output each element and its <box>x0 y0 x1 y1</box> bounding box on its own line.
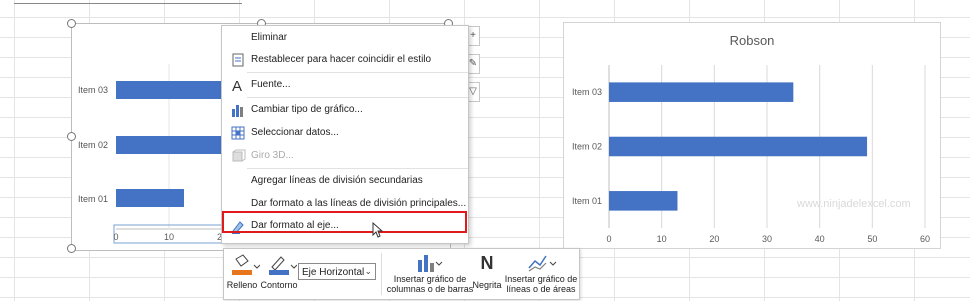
select-data-icon <box>230 125 246 141</box>
menu-item-label: Cambiar tipo de gráfico... <box>251 104 363 115</box>
insert-bar-label: Insertar gráfico de columnas o de barras <box>380 274 480 294</box>
mini-toolbar: Relleno Contorno Eje Horizontal ⌄ Insert… <box>223 248 580 300</box>
svg-text:A: A <box>232 78 242 93</box>
fill-label: Relleno <box>226 280 258 290</box>
menu-item-label: Seleccionar datos... <box>251 127 339 138</box>
x-tick-label: 0 <box>606 234 611 244</box>
category-label: Item 03 <box>572 87 602 97</box>
x-tick-label: 50 <box>867 234 877 244</box>
x-tick-label: 30 <box>762 234 772 244</box>
category-label: Item 02 <box>78 140 108 150</box>
menu-item-label: Restablecer para hacer coincidir el esti… <box>251 54 432 65</box>
menu-item-font[interactable]: A Fuente... <box>222 74 468 96</box>
axis-tick-label: 0 <box>113 232 118 242</box>
menu-item-delete[interactable]: Eliminar <box>222 27 468 49</box>
axis-selector-dropdown[interactable]: Eje Horizontal ⌄ <box>298 263 376 280</box>
fill-button[interactable] <box>230 253 261 279</box>
category-label: Item 02 <box>572 142 602 152</box>
chart-title: Robson <box>730 33 775 48</box>
bar[interactable] <box>609 136 868 157</box>
bold-button[interactable]: N <box>477 252 497 274</box>
font-icon: A <box>230 77 246 95</box>
menu-item-select-data[interactable]: Seleccionar datos... <box>222 122 468 144</box>
insert-bar-chart-button[interactable] <box>415 252 443 274</box>
robson-chart-plot: Robson Item 03 Item 02 Item 01 0 10 20 30 40 50… <box>572 33 930 244</box>
resize-handle[interactable] <box>67 244 76 253</box>
watermark-text: www.ninjadelexcel.com <box>796 198 911 210</box>
pen-icon <box>269 256 298 275</box>
mouse-cursor-icon <box>372 221 384 241</box>
menu-item-label: Dar formato a las líneas de división pri… <box>251 198 467 209</box>
reset-style-icon <box>230 52 246 68</box>
axis-selector-value: Eje Horizontal <box>302 267 365 278</box>
robson-chart[interactable]: Robson Item 03 Item 02 Item 01 0 10 20 30 40 50… <box>563 22 941 249</box>
resize-handle[interactable] <box>67 132 76 141</box>
insert-line-label-line: Insertar gráfico de <box>504 274 578 284</box>
menu-separator <box>247 72 468 73</box>
column-chart-icon <box>418 255 443 272</box>
bar-item-03[interactable] <box>116 81 226 99</box>
x-tick-label: 10 <box>657 234 667 244</box>
resize-handle[interactable] <box>67 19 76 28</box>
highlight-box <box>222 211 467 233</box>
bar-item-02[interactable] <box>116 136 226 154</box>
menu-item-label: Eliminar <box>251 32 288 43</box>
menu-item-add-minor-gridlines[interactable]: Agregar líneas de división secundarias <box>222 170 468 192</box>
x-tick-label: 20 <box>709 234 719 244</box>
category-label: Item 01 <box>572 196 602 206</box>
menu-item-reset-style[interactable]: Restablecer para hacer coincidir el esti… <box>222 49 468 71</box>
insert-line-label-line: líneas o de áreas <box>506 284 576 294</box>
category-label: Item 03 <box>78 85 108 95</box>
insert-bar-label-line: columnas o de barras <box>386 284 474 294</box>
menu-item-change-chart-type[interactable]: Cambiar tipo de gráfico... <box>222 99 468 121</box>
menu-separator <box>247 168 468 169</box>
menu-item-3d-rotation: Giro 3D... <box>222 145 468 167</box>
bold-label: Negrita <box>472 280 502 290</box>
outline-label: Contorno <box>260 280 298 290</box>
bar-item-01[interactable] <box>116 189 184 207</box>
outline-button[interactable] <box>267 253 298 279</box>
bar[interactable] <box>609 82 794 102</box>
paint-bucket-icon <box>232 254 261 275</box>
line-chart-icon <box>528 255 557 272</box>
menu-item-label: Fuente... <box>251 79 291 90</box>
bar[interactable] <box>609 191 678 211</box>
chart-type-icon <box>230 102 246 118</box>
x-tick-label: 60 <box>920 234 930 244</box>
rotation-3d-icon <box>230 148 246 164</box>
insert-line-label: Insertar gráfico de líneas o de áreas <box>501 274 581 294</box>
chevron-down-icon: ⌄ <box>364 266 372 276</box>
axis-tick-label: 10 <box>164 232 174 242</box>
menu-item-label: Giro 3D... <box>251 150 294 161</box>
menu-item-label: Agregar líneas de división secundarias <box>251 175 423 186</box>
category-label: Item 01 <box>78 194 108 204</box>
insert-line-chart-button[interactable] <box>527 252 557 274</box>
selected-cells-border <box>14 0 242 4</box>
menu-separator <box>247 97 468 98</box>
x-tick-label: 40 <box>815 234 825 244</box>
insert-bar-label-line: Insertar gráfico de <box>393 274 467 284</box>
